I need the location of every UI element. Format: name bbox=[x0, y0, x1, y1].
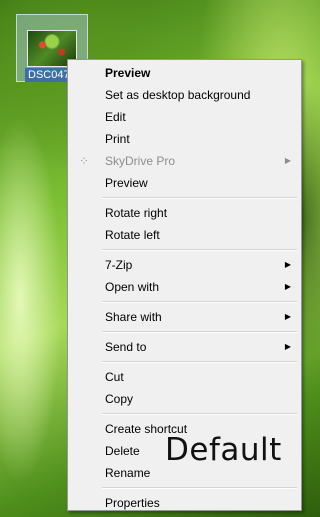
skydrive-icon: ⁘ bbox=[78, 154, 90, 168]
overlay-caption: Default bbox=[165, 432, 282, 468]
menu-separator bbox=[102, 301, 297, 303]
submenu-arrow-icon: ▶ bbox=[284, 342, 291, 351]
menu-item-label: Rotate right bbox=[105, 206, 168, 220]
submenu-arrow-icon: ▶ bbox=[284, 260, 291, 269]
menu-item-label: Share with bbox=[105, 310, 162, 324]
submenu-arrow-icon: ▶ bbox=[284, 156, 291, 165]
menu-item-label: Send to bbox=[105, 340, 147, 354]
menu-separator bbox=[102, 361, 297, 363]
menu-item-label: Cut bbox=[105, 370, 124, 384]
menu-item-label: Preview bbox=[105, 66, 151, 80]
menu-item-label: Set as desktop background bbox=[105, 88, 251, 102]
menu-item-skydrive-pro: ⁘ SkyDrive Pro ▶ bbox=[70, 150, 299, 172]
menu-item-preview[interactable]: Preview bbox=[70, 172, 299, 194]
menu-separator bbox=[102, 331, 297, 333]
menu-item-copy[interactable]: Copy bbox=[70, 388, 299, 410]
menu-item-set-as-desktop-background[interactable]: Set as desktop background bbox=[70, 84, 299, 106]
menu-item-rotate-right[interactable]: Rotate right bbox=[70, 202, 299, 224]
menu-item-send-to[interactable]: Send to ▶ bbox=[70, 336, 299, 358]
menu-item-preview[interactable]: Preview bbox=[70, 62, 299, 84]
menu-separator bbox=[102, 413, 297, 415]
menu-item-7-zip[interactable]: 7-Zip ▶ bbox=[70, 254, 299, 276]
menu-separator bbox=[102, 197, 297, 199]
menu-item-open-with[interactable]: Open with ▶ bbox=[70, 276, 299, 298]
menu-item-edit[interactable]: Edit bbox=[70, 106, 299, 128]
menu-item-share-with[interactable]: Share with ▶ bbox=[70, 306, 299, 328]
menu-item-print[interactable]: Print bbox=[70, 128, 299, 150]
menu-item-cut[interactable]: Cut bbox=[70, 366, 299, 388]
menu-item-label: Rotate left bbox=[105, 228, 160, 242]
menu-item-label: SkyDrive Pro bbox=[105, 154, 176, 168]
menu-item-label: Delete bbox=[105, 444, 140, 458]
menu-item-label: Rename bbox=[105, 466, 151, 480]
menu-item-properties[interactable]: Properties bbox=[70, 492, 299, 514]
menu-separator bbox=[102, 487, 297, 489]
menu-item-label: Copy bbox=[105, 392, 134, 406]
menu-separator bbox=[102, 249, 297, 251]
menu-item-label: 7-Zip bbox=[105, 258, 133, 272]
menu-item-rotate-left[interactable]: Rotate left bbox=[70, 224, 299, 246]
menu-item-label: Print bbox=[105, 132, 130, 146]
submenu-arrow-icon: ▶ bbox=[284, 312, 291, 321]
menu-item-label: Properties bbox=[105, 496, 160, 510]
menu-item-label: Preview bbox=[105, 176, 148, 190]
submenu-arrow-icon: ▶ bbox=[284, 282, 291, 291]
menu-item-label: Open with bbox=[105, 280, 160, 294]
menu-item-label: Edit bbox=[105, 110, 126, 124]
